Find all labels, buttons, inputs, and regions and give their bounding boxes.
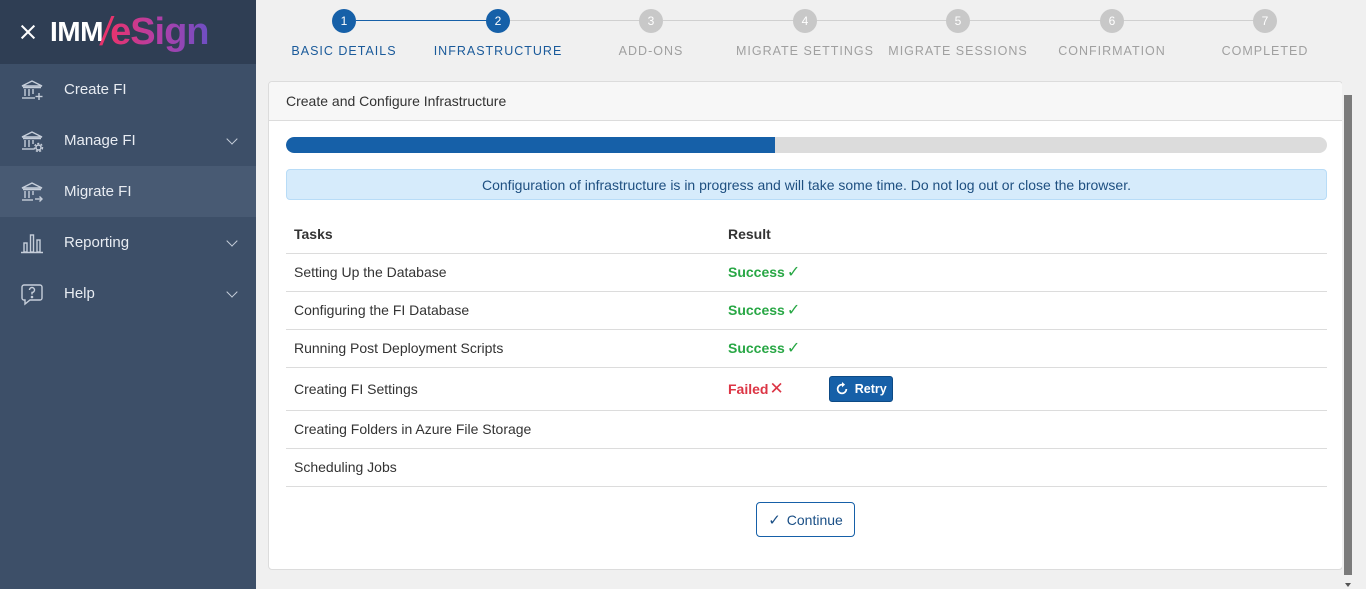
- close-icon[interactable]: [18, 22, 38, 42]
- sidebar-item-label: Manage FI: [64, 132, 136, 149]
- check-icon: ✓: [786, 340, 801, 357]
- chevron-down-icon: [226, 285, 238, 298]
- table-row: Setting Up the Database Success ✓: [286, 253, 1327, 292]
- sidebar-item-label: Help: [64, 285, 95, 302]
- table-row: Running Post Deployment Scripts Success ✓: [286, 329, 1327, 368]
- sidebar-item-manage-fi[interactable]: Manage FI: [0, 115, 256, 166]
- question-icon: [20, 282, 44, 306]
- sidebar-item-create-fi[interactable]: Create FI: [0, 64, 256, 115]
- bank-plus-icon: [20, 78, 44, 102]
- step-basic-details: 1 BASIC DETAILS: [269, 9, 419, 58]
- column-header-result: Result: [720, 215, 1327, 254]
- step-number: 7: [1253, 9, 1277, 33]
- sidebar: IMM / eSign Create FI Manage FI Migrate …: [0, 0, 256, 589]
- scrollbar-thumb[interactable]: [1344, 95, 1352, 575]
- table-header-row: Tasks Result: [286, 215, 1327, 254]
- progress-bar: [286, 137, 1327, 153]
- table-row: Creating Folders in Azure File Storage: [286, 410, 1327, 449]
- info-alert: Configuration of infrastructure is in pr…: [286, 169, 1327, 200]
- task-name: Scheduling Jobs: [286, 448, 720, 487]
- main-content: 1 BASIC DETAILS 2 INFRASTRUCTURE 3 ADD-O…: [256, 0, 1354, 589]
- step-label: MIGRATE SESSIONS: [888, 44, 1028, 58]
- check-icon: ✓: [786, 264, 801, 281]
- table-row: Configuring the FI Database Success ✓: [286, 291, 1327, 330]
- step-confirmation: 6 CONFIRMATION: [1037, 9, 1187, 58]
- retry-button[interactable]: Retry: [828, 375, 893, 402]
- stepper: 1 BASIC DETAILS 2 INFRASTRUCTURE 3 ADD-O…: [268, 0, 1342, 75]
- task-result: Failed ✕ Retry: [720, 367, 1327, 411]
- step-number: 1: [332, 9, 356, 33]
- step-number: 5: [946, 9, 970, 33]
- bank-arrow-icon: [20, 180, 44, 204]
- result-text: Failed: [728, 380, 769, 397]
- progress-fill: [286, 137, 776, 153]
- task-name: Running Post Deployment Scripts: [286, 329, 720, 368]
- logo: IMM / eSign: [50, 10, 210, 55]
- step-number: 4: [793, 9, 817, 33]
- task-name: Setting Up the Database: [286, 253, 720, 292]
- scrollbar[interactable]: [1342, 0, 1354, 589]
- check-icon: ✓: [768, 511, 781, 529]
- step-label: COMPLETED: [1221, 44, 1309, 58]
- brand-bar: IMM / eSign: [0, 0, 256, 64]
- chevron-down-icon: [226, 132, 238, 145]
- scroll-down-arrow-icon[interactable]: [1345, 583, 1351, 587]
- result-text: Success: [728, 302, 785, 318]
- bank-gear-icon: [20, 129, 44, 153]
- sidebar-item-migrate-fi[interactable]: Migrate FI: [0, 166, 256, 217]
- step-completed: 7 COMPLETED: [1190, 9, 1340, 58]
- table-row: Scheduling Jobs: [286, 448, 1327, 487]
- task-name: Configuring the FI Database: [286, 291, 720, 330]
- step-label: ADD-ONS: [618, 44, 684, 58]
- task-result: Success ✓: [720, 291, 1327, 330]
- task-result: Success ✓: [720, 253, 1327, 292]
- step-label: INFRASTRUCTURE: [433, 44, 563, 58]
- task-name: Creating Folders in Azure File Storage: [286, 410, 720, 449]
- task-name: Creating FI Settings: [286, 367, 720, 411]
- logo-esign: eSign: [110, 10, 209, 53]
- sidebar-item-reporting[interactable]: Reporting: [0, 217, 256, 268]
- column-header-tasks: Tasks: [286, 215, 720, 254]
- continue-label: Continue: [786, 511, 843, 528]
- step-label: MIGRATE SETTINGS: [736, 44, 874, 58]
- step-number: 2: [486, 9, 510, 33]
- step-label: BASIC DETAILS: [291, 44, 397, 58]
- refresh-icon: [836, 381, 847, 394]
- logo-imm: IMM: [50, 16, 103, 47]
- sidebar-item-help[interactable]: Help: [0, 268, 256, 319]
- sidebar-item-label: Reporting: [64, 234, 130, 251]
- infrastructure-card: Create and Configure Infrastructure Conf…: [268, 81, 1343, 570]
- continue-button[interactable]: ✓ Continue: [756, 502, 855, 537]
- table-row: Creating FI Settings Failed ✕ Retry: [286, 367, 1327, 411]
- result-text: Success: [728, 340, 785, 356]
- check-icon: ✓: [786, 302, 801, 319]
- step-infrastructure: 2 INFRASTRUCTURE: [423, 9, 573, 58]
- step-migrate-sessions: 5 MIGRATE SESSIONS: [883, 9, 1033, 58]
- task-result: [720, 448, 1327, 487]
- result-text: Success: [728, 264, 785, 280]
- step-add-ons: 3 ADD-ONS: [576, 9, 726, 58]
- step-migrate-settings: 4 MIGRATE SETTINGS: [730, 9, 880, 58]
- task-result: [720, 410, 1327, 449]
- task-result: Success ✓: [720, 329, 1327, 368]
- tasks-table: Tasks Result Setting Up the Database Suc…: [286, 215, 1327, 487]
- retry-label: Retry: [854, 381, 887, 396]
- step-label: CONFIRMATION: [1058, 44, 1166, 58]
- sidebar-item-label: Migrate FI: [64, 183, 132, 200]
- step-number: 3: [639, 9, 663, 33]
- step-number: 6: [1100, 9, 1124, 33]
- bar-chart-icon: [20, 231, 44, 255]
- chevron-down-icon: [226, 234, 238, 247]
- cross-icon: ✕: [769, 378, 784, 398]
- card-title: Create and Configure Infrastructure: [269, 82, 1342, 121]
- sidebar-item-label: Create FI: [64, 81, 127, 98]
